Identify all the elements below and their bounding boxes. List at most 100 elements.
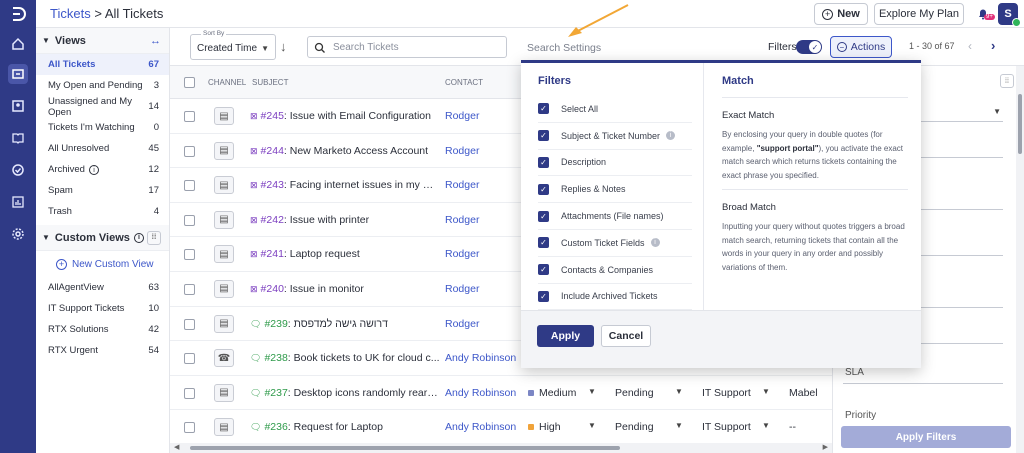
- cancel-button[interactable]: Cancel: [601, 325, 651, 347]
- filter-checkbox-item[interactable]: ✓ Replies & Notes: [538, 176, 692, 204]
- filter-checkbox-item[interactable]: ✓ Custom Ticket Fields i: [538, 230, 692, 257]
- ticket-subject-link[interactable]: 🗨 #237: Desktop icons randomly rearra...: [250, 387, 440, 399]
- checked-checkbox-icon[interactable]: ✓: [538, 156, 549, 168]
- sidebar-item-view[interactable]: All Unresolved 45: [36, 138, 169, 159]
- reports-icon[interactable]: [8, 192, 28, 212]
- search-settings-link[interactable]: Search Settings: [527, 42, 601, 54]
- sort-by-select[interactable]: Sort By Created Time ▼: [190, 30, 276, 60]
- group-select[interactable]: IT Support: [702, 421, 751, 433]
- next-page-icon[interactable]: ›: [991, 38, 995, 53]
- row-checkbox[interactable]: [184, 214, 195, 226]
- checked-checkbox-icon[interactable]: ✓: [538, 210, 549, 222]
- contact-link[interactable]: Rodger: [445, 318, 479, 330]
- new-button[interactable]: + New: [814, 3, 868, 25]
- apply-filters-button[interactable]: Apply Filters: [841, 426, 1011, 448]
- channel-column-header[interactable]: CHANNEL: [208, 78, 246, 87]
- row-checkbox[interactable]: [184, 111, 195, 122]
- row-checkbox[interactable]: [184, 145, 195, 157]
- filter-checkbox-item[interactable]: ✓ Include Archived Tickets: [538, 284, 692, 311]
- custom-views-menu-icon[interactable]: ⁞⁞: [147, 230, 161, 245]
- row-checkbox[interactable]: [184, 283, 195, 295]
- ticket-subject-link[interactable]: ⊠ #244: New Marketo Access Account: [250, 145, 440, 157]
- checked-checkbox-icon[interactable]: ✓: [538, 183, 549, 195]
- sidebar-item-view[interactable]: Unassigned and My Open 14: [36, 96, 169, 118]
- contacts-icon[interactable]: [8, 96, 28, 116]
- contact-link[interactable]: Rodger: [445, 179, 479, 191]
- breadcrumb-tickets-link[interactable]: Tickets: [50, 6, 91, 21]
- prev-page-icon[interactable]: ‹: [968, 39, 972, 53]
- contact-link[interactable]: Andy Robinson: [445, 352, 516, 364]
- table-row[interactable]: ▤ 🗨 #237: Desktop icons randomly rearra...…: [170, 376, 832, 411]
- sidebar-item-view[interactable]: Tickets I'm Watching 0: [36, 117, 169, 138]
- scrollbar-thumb[interactable]: [190, 446, 620, 450]
- priority-select[interactable]: Medium: [528, 387, 576, 399]
- contact-column-header[interactable]: CONTACT: [445, 78, 483, 87]
- sidebar-item-custom-view[interactable]: RTX Solutions 42: [36, 319, 169, 340]
- contact-link[interactable]: Rodger: [445, 110, 479, 122]
- status-select[interactable]: Pending: [615, 421, 654, 433]
- settings-gear-icon[interactable]: [8, 224, 28, 244]
- checked-checkbox-icon[interactable]: ✓: [538, 130, 549, 142]
- scroll-left-icon[interactable]: ◀: [174, 443, 179, 451]
- table-row[interactable]: ▤ 🗨 #236: Request for Laptop Andy Robinson H…: [170, 410, 832, 445]
- ticket-subject-link[interactable]: ⊠ #243: Facing internet issues in my M...: [250, 179, 440, 191]
- avatar[interactable]: S: [998, 3, 1021, 27]
- expand-arrows-icon[interactable]: ↔: [150, 35, 161, 47]
- sidebar-item-custom-view[interactable]: RTX Urgent 54: [36, 340, 169, 361]
- contact-link[interactable]: Rodger: [445, 214, 479, 226]
- group-select[interactable]: IT Support: [702, 387, 751, 399]
- search-tickets-input[interactable]: Search Tickets: [307, 36, 507, 58]
- sort-direction-arrow-icon[interactable]: ↓: [280, 39, 287, 54]
- filter-checkbox-item[interactable]: ✓ Contacts & Companies: [538, 257, 692, 284]
- contact-link[interactable]: Rodger: [445, 145, 479, 157]
- ticket-subject-link[interactable]: ⊠ #241: Laptop request: [250, 248, 440, 260]
- filter-checkbox-item[interactable]: ✓ Attachments (File names): [538, 203, 692, 230]
- priority-select[interactable]: High: [528, 421, 561, 433]
- sidebar-item-custom-view[interactable]: AllAgentView 63: [36, 277, 169, 298]
- app-logo-icon[interactable]: [8, 4, 28, 24]
- ticket-subject-link[interactable]: 🗨 #236: Request for Laptop: [250, 421, 440, 433]
- sidebar-item-view[interactable]: Trash 4: [36, 201, 169, 222]
- row-checkbox[interactable]: [184, 249, 195, 261]
- checked-checkbox-icon[interactable]: ✓: [538, 290, 549, 302]
- checked-checkbox-icon[interactable]: ✓: [538, 264, 549, 276]
- ticket-subject-link[interactable]: 🗨 #238: Book tickets to UK for cloud c...: [250, 352, 440, 364]
- knowledge-base-icon[interactable]: [8, 128, 28, 148]
- vertical-scrollbar[interactable]: [1016, 66, 1024, 453]
- row-checkbox[interactable]: [184, 387, 195, 399]
- row-checkbox[interactable]: [184, 180, 195, 192]
- tickets-icon[interactable]: [8, 64, 28, 84]
- checked-checkbox-icon[interactable]: ✓: [538, 103, 549, 115]
- agent-select[interactable]: --: [789, 421, 796, 433]
- vertical-scroll-thumb[interactable]: [1018, 94, 1022, 154]
- horizontal-scrollbar[interactable]: ◀ ▶: [170, 443, 832, 453]
- status-select[interactable]: Pending: [615, 387, 654, 399]
- filter-checkbox-item[interactable]: ✓ Select All: [538, 96, 692, 123]
- subject-column-header[interactable]: SUBJECT: [252, 78, 288, 87]
- explore-my-plan-button[interactable]: Explore My Plan: [874, 3, 964, 25]
- row-checkbox[interactable]: [184, 353, 195, 365]
- ticket-subject-link[interactable]: 🗨 #239: דרושה גישה למדפסת: [250, 318, 440, 330]
- agent-select[interactable]: Mabel: [789, 387, 818, 399]
- row-checkbox[interactable]: [184, 422, 195, 434]
- apply-button[interactable]: Apply: [537, 325, 594, 347]
- sidebar-item-custom-view[interactable]: IT Support Tickets 10: [36, 298, 169, 319]
- ticket-subject-link[interactable]: ⊠ #240: Issue in monitor: [250, 283, 440, 295]
- custom-views-header[interactable]: ▼ Custom Views i ⁞⁞: [36, 225, 169, 251]
- row-checkbox[interactable]: [184, 318, 195, 330]
- scroll-right-icon[interactable]: ▶: [823, 443, 828, 451]
- contact-link[interactable]: Rodger: [445, 283, 479, 295]
- sidebar-item-view[interactable]: Spam 17: [36, 180, 169, 201]
- contact-link[interactable]: Andy Robinson: [445, 421, 516, 433]
- notifications-button[interactable]: 9+: [970, 3, 996, 25]
- ticket-subject-link[interactable]: ⊠ #245: Issue with Email Configuration: [250, 110, 440, 122]
- select-all-checkbox[interactable]: [184, 77, 195, 88]
- sidebar-item-view[interactable]: All Tickets 67: [36, 54, 169, 75]
- tasks-icon[interactable]: [8, 160, 28, 180]
- filter-checkbox-item[interactable]: ✓ Subject & Ticket Number i: [538, 123, 692, 150]
- home-icon[interactable]: [8, 34, 28, 54]
- sidebar-item-view[interactable]: Archived i 12: [36, 159, 169, 180]
- sidebar-item-view[interactable]: My Open and Pending 3: [36, 75, 169, 96]
- actions-button[interactable]: − Actions: [830, 36, 892, 58]
- panel-menu-icon[interactable]: ⁞⁞: [1000, 74, 1014, 88]
